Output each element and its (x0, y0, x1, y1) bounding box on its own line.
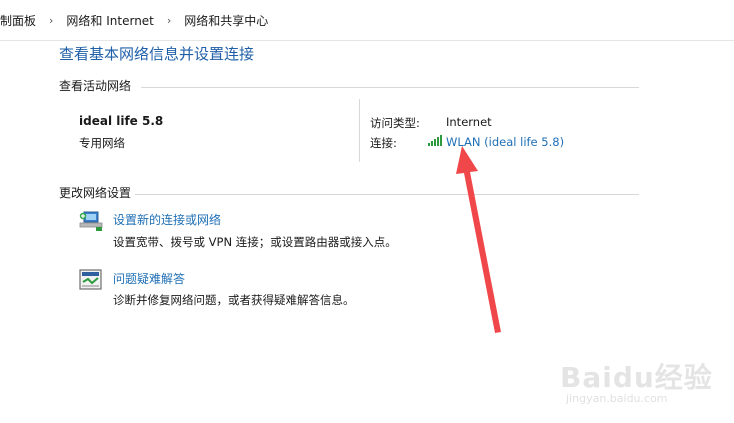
breadcrumb: 制面板 › 网络和 Internet › 网络和共享中心 (0, 0, 734, 41)
watermark-text: Baidu经验 (560, 361, 713, 394)
page-title: 查看基本网络信息并设置连接 (59, 45, 255, 63)
vertical-divider (359, 99, 360, 162)
troubleshoot-link[interactable]: 问题疑难解答 (113, 270, 185, 287)
connection-link[interactable]: WLAN (ideal life 5.8) (446, 135, 564, 149)
connection-label: 连接: (370, 136, 397, 150)
chevron-right-icon[interactable]: › (167, 14, 171, 27)
active-networks-header: 查看活动网络 (59, 79, 132, 93)
troubleshoot-desc: 诊断并修复网络问题，或者获得疑难解答信息。 (113, 293, 355, 307)
section-divider (135, 194, 639, 195)
access-type-label: 访问类型: (370, 116, 420, 130)
network-setup-icon (79, 211, 103, 231)
setup-connection-desc: 设置宽带、拨号或 VPN 连接；或设置路由器或接入点。 (113, 235, 397, 249)
wifi-signal-icon (428, 135, 442, 146)
change-settings-header: 更改网络设置 (59, 186, 132, 200)
watermark: Baidu经验 jingyan.baidu.com (560, 348, 713, 418)
watermark-url: jingyan.baidu.com (566, 392, 668, 405)
breadcrumb-item-control-panel[interactable]: 制面板 (0, 12, 36, 29)
breadcrumb-item-network-sharing-center[interactable]: 网络和共享中心 (184, 12, 268, 29)
chevron-right-icon[interactable]: › (49, 14, 53, 27)
setup-connection-link[interactable]: 设置新的连接或网络 (113, 211, 221, 228)
troubleshoot-icon (79, 269, 102, 290)
section-divider (141, 87, 639, 88)
network-type[interactable]: 专用网络 (79, 135, 125, 151)
network-name: ideal life 5.8 (79, 114, 164, 128)
access-type-value: Internet (446, 115, 492, 129)
breadcrumb-item-network-internet[interactable]: 网络和 Internet (66, 12, 153, 29)
